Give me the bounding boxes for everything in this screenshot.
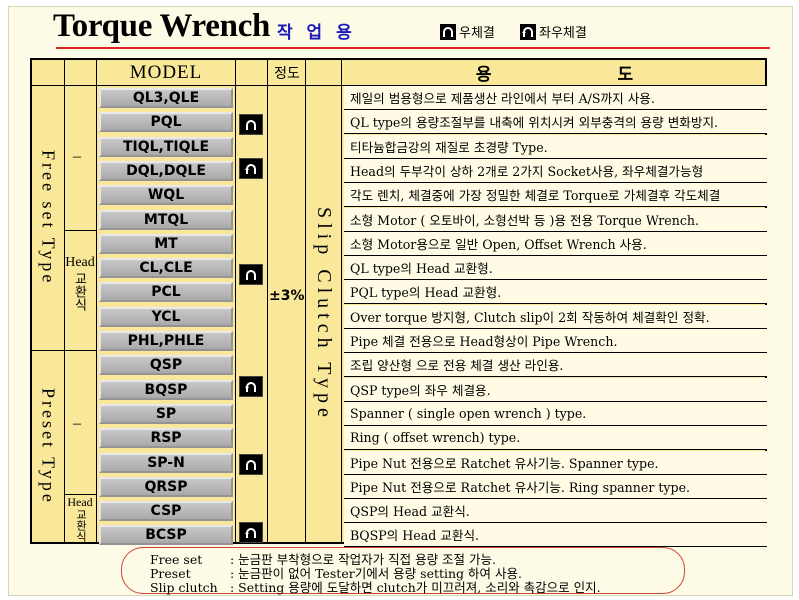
model-button[interactable]: RSP <box>99 428 233 449</box>
model-button[interactable]: PCL <box>99 282 233 303</box>
group-preset: Preset Type <box>38 388 59 505</box>
model-button[interactable]: WQL <box>99 185 233 206</box>
use-description: Ring ( offset wrench) type. <box>344 426 767 451</box>
model-button[interactable]: PQL <box>99 112 233 133</box>
accuracy-value: ±3% <box>269 288 305 304</box>
use-description: Over torque 방지형, Clutch slip이 2회 작동하여 체결… <box>344 304 767 329</box>
right-tighten-icon <box>440 23 456 40</box>
model-button[interactable]: QRSP <box>99 476 233 497</box>
use-description: QSP type의 좌우 체결용. <box>344 377 767 402</box>
head-change-free: Head 교환식 <box>64 255 96 311</box>
right-tighten-icon <box>239 264 263 285</box>
dash-preset: – <box>73 415 81 432</box>
use-description: PQL type의 Head 교환형. <box>344 280 767 305</box>
footnote-box: Free set: 눈금판 부착형으로 작업자가 직접 용량 조절 가능. Pr… <box>121 547 685 596</box>
divider <box>235 60 236 542</box>
legend-right-tighten: 우체결 <box>440 22 495 41</box>
model-button[interactable]: QL3,QLE <box>99 88 233 108</box>
use-description: Pipe 체결 전용으로 Head형상이 Pipe Wrench. <box>344 329 767 353</box>
head-label: Head <box>67 495 93 509</box>
note-text: : Setting 용량에 도달하면 clutch가 미끄러져, 소리와 촉감으… <box>230 580 601 595</box>
both-tighten-icon <box>239 376 263 397</box>
model-button[interactable]: BQSP <box>99 379 233 400</box>
divider <box>341 60 342 542</box>
header-accuracy: 정도 <box>274 65 300 82</box>
model-button[interactable]: SP-N <box>99 452 233 473</box>
spec-table: MODEL 정도 용 도 Free set Type Preset Type S… <box>30 58 767 548</box>
use-description: QSP의 Head 교환식. <box>344 499 767 524</box>
dash-free: – <box>73 148 81 165</box>
model-button[interactable]: TIQL,TIQLE <box>99 136 233 157</box>
group-slip-clutch: Slip Clutch Type <box>313 206 335 422</box>
model-button[interactable]: CL,CLE <box>99 258 233 279</box>
use-description: 제일의 범용형으로 제품생산 라인에서 부터 A/S까지 사용. <box>344 86 767 110</box>
model-button[interactable]: BCSP <box>99 525 233 546</box>
model-button[interactable]: PHL,PHLE <box>99 331 233 351</box>
head-sub-label: 교환식 <box>72 272 88 311</box>
title-divider <box>56 47 770 49</box>
page-subtitle: 작 업 용 <box>277 23 356 43</box>
group-free-set: Free set Type <box>38 150 59 286</box>
use-description: Pipe Nut 전용으로 Ratchet 유사기능. Ring spanner… <box>344 474 767 499</box>
use-description: QL type의 Head 교환형. <box>344 256 767 281</box>
model-button[interactable]: MTQL <box>99 209 233 230</box>
use-description: Pipe Nut 전용으로 Ratchet 유사기능. Spanner type… <box>344 450 767 475</box>
page-title: Torque Wrench <box>53 8 271 44</box>
use-description: QL type의 용량조절부를 내축에 위치시켜 외부충격의 용량 변화방지. <box>344 110 767 135</box>
note-slip-clutch: Slip clutch : Setting 용량에 도달하면 clutch가 미끄… <box>150 577 601 596</box>
legend-label: 좌우체결 <box>539 26 587 41</box>
use-description: BQSP의 Head 교환식. <box>344 523 767 548</box>
divider <box>96 60 97 542</box>
use-description: Spanner ( single open wrench ) type. <box>344 401 767 426</box>
head-change-preset: Head 교환식 <box>64 495 96 543</box>
use-description: 각도 렌치, 체결중에 가장 정밀한 체결로 Torque로 가체결후 각도체결 <box>344 183 767 208</box>
note-key: Slip clutch <box>150 580 218 595</box>
head-sub-label: 교환식 <box>74 509 87 542</box>
header-use: 용 도 <box>475 65 694 85</box>
model-button[interactable]: MT <box>99 233 233 254</box>
legend-both-tighten: 좌우체결 <box>520 22 587 41</box>
use-description: 소형 Motor ( 오토바이, 소형선박 등 )용 전용 Torque Wre… <box>344 207 767 232</box>
divider <box>267 60 268 542</box>
divider <box>64 230 96 231</box>
header-model: MODEL <box>129 61 203 83</box>
use-description: 티타늄합금강의 재질로 초경량 Type. <box>344 134 767 159</box>
model-button[interactable]: SP <box>99 403 233 424</box>
model-button[interactable]: QSP <box>99 355 233 376</box>
both-tighten-icon <box>239 522 263 543</box>
model-button[interactable]: YCL <box>99 306 233 327</box>
model-button[interactable]: CSP <box>99 501 233 522</box>
legend-label: 우체결 <box>459 26 495 41</box>
both-tighten-icon <box>520 23 536 40</box>
head-label: Head <box>65 255 95 270</box>
use-description: 소형 Motor용으로 일반 Open, Offset Wrench 사용. <box>344 231 767 256</box>
right-tighten-icon <box>239 114 263 135</box>
use-description: 조립 양산형 으로 전용 체결 생산 라인용. <box>344 353 767 378</box>
model-button[interactable]: DQL,DQLE <box>99 160 233 181</box>
right-tighten-icon <box>239 454 263 475</box>
use-description: Head의 두부각이 상하 2개로 2가지 Socket사용, 좌우체결가능형 <box>344 158 767 183</box>
both-tighten-icon <box>239 158 263 179</box>
